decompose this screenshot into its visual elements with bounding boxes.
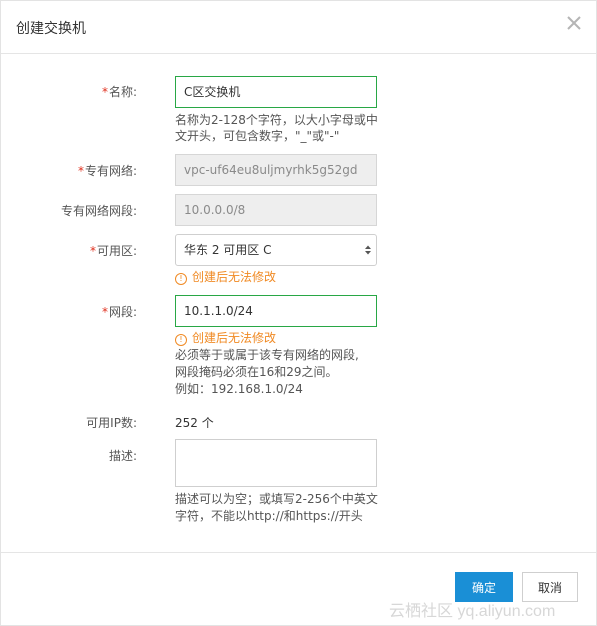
zone-label: *可用区: xyxy=(89,244,137,258)
zone-selected-value: 华东 2 可用区 C xyxy=(184,243,272,257)
cidr-input[interactable]: 10.1.1.0/24 xyxy=(175,295,377,327)
required-mark: * xyxy=(89,244,96,258)
dialog-title: 创建交换机 xyxy=(16,21,86,37)
vpc-label: *专有网络: xyxy=(77,164,137,178)
dialog-header: 创建交换机 xyxy=(1,1,596,54)
required-mark: * xyxy=(101,85,108,99)
required-mark: * xyxy=(77,164,84,178)
updown-arrow-icon xyxy=(365,245,371,255)
vpc-cidr-label: 专有网络网段: xyxy=(60,204,137,218)
zone-warning: ! 创建后无法修改 xyxy=(175,269,276,285)
create-vswitch-dialog: 创建交换机 *名称: C区交换机 名称为2-128个字符，以大小字母或中 文开头… xyxy=(0,0,597,626)
cidr-hint-line2: 网段掩码必须在16和29之间。 xyxy=(175,365,338,379)
name-hint-line1: 名称为2-128个字符，以大小字母或中 xyxy=(175,113,378,127)
zone-select[interactable]: 华东 2 可用区 C xyxy=(175,234,377,266)
description-hint-line2: 字符，不能以http://和https://开头 xyxy=(175,509,363,523)
footer-divider xyxy=(1,552,596,553)
info-circle-icon: ! xyxy=(175,334,187,346)
description-label: 描述: xyxy=(108,449,137,463)
close-icon[interactable] xyxy=(565,14,583,32)
cidr-hint-line1: 必须等于或属于该专有网络的网段, xyxy=(175,348,359,362)
info-circle-icon: ! xyxy=(175,273,187,285)
vpc-cidr-field: 10.0.0.0/8 xyxy=(175,194,377,226)
description-hint-line1: 描述可以为空；或填写2-256个中英文 xyxy=(175,492,378,506)
name-label: *名称: xyxy=(101,85,137,99)
description-textarea[interactable] xyxy=(175,439,377,487)
name-input[interactable]: C区交换机 xyxy=(175,76,377,108)
available-ip-label: 可用IP数: xyxy=(86,416,137,430)
cidr-label: *网段: xyxy=(101,305,137,319)
vpc-field: vpc-uf64eu8uljmyrhk5g52gd xyxy=(175,154,377,186)
available-ip-value: 252 个 xyxy=(175,416,214,430)
cidr-warning: ! 创建后无法修改 xyxy=(175,330,276,346)
required-mark: * xyxy=(101,305,108,319)
name-hint-line2: 文开头，可包含数字，"_"或"-" xyxy=(175,129,340,143)
watermark: 云栖社区 yq.aliyun.com xyxy=(389,603,556,620)
cidr-hint-line3: 例如：192.168.1.0/24 xyxy=(175,382,303,396)
